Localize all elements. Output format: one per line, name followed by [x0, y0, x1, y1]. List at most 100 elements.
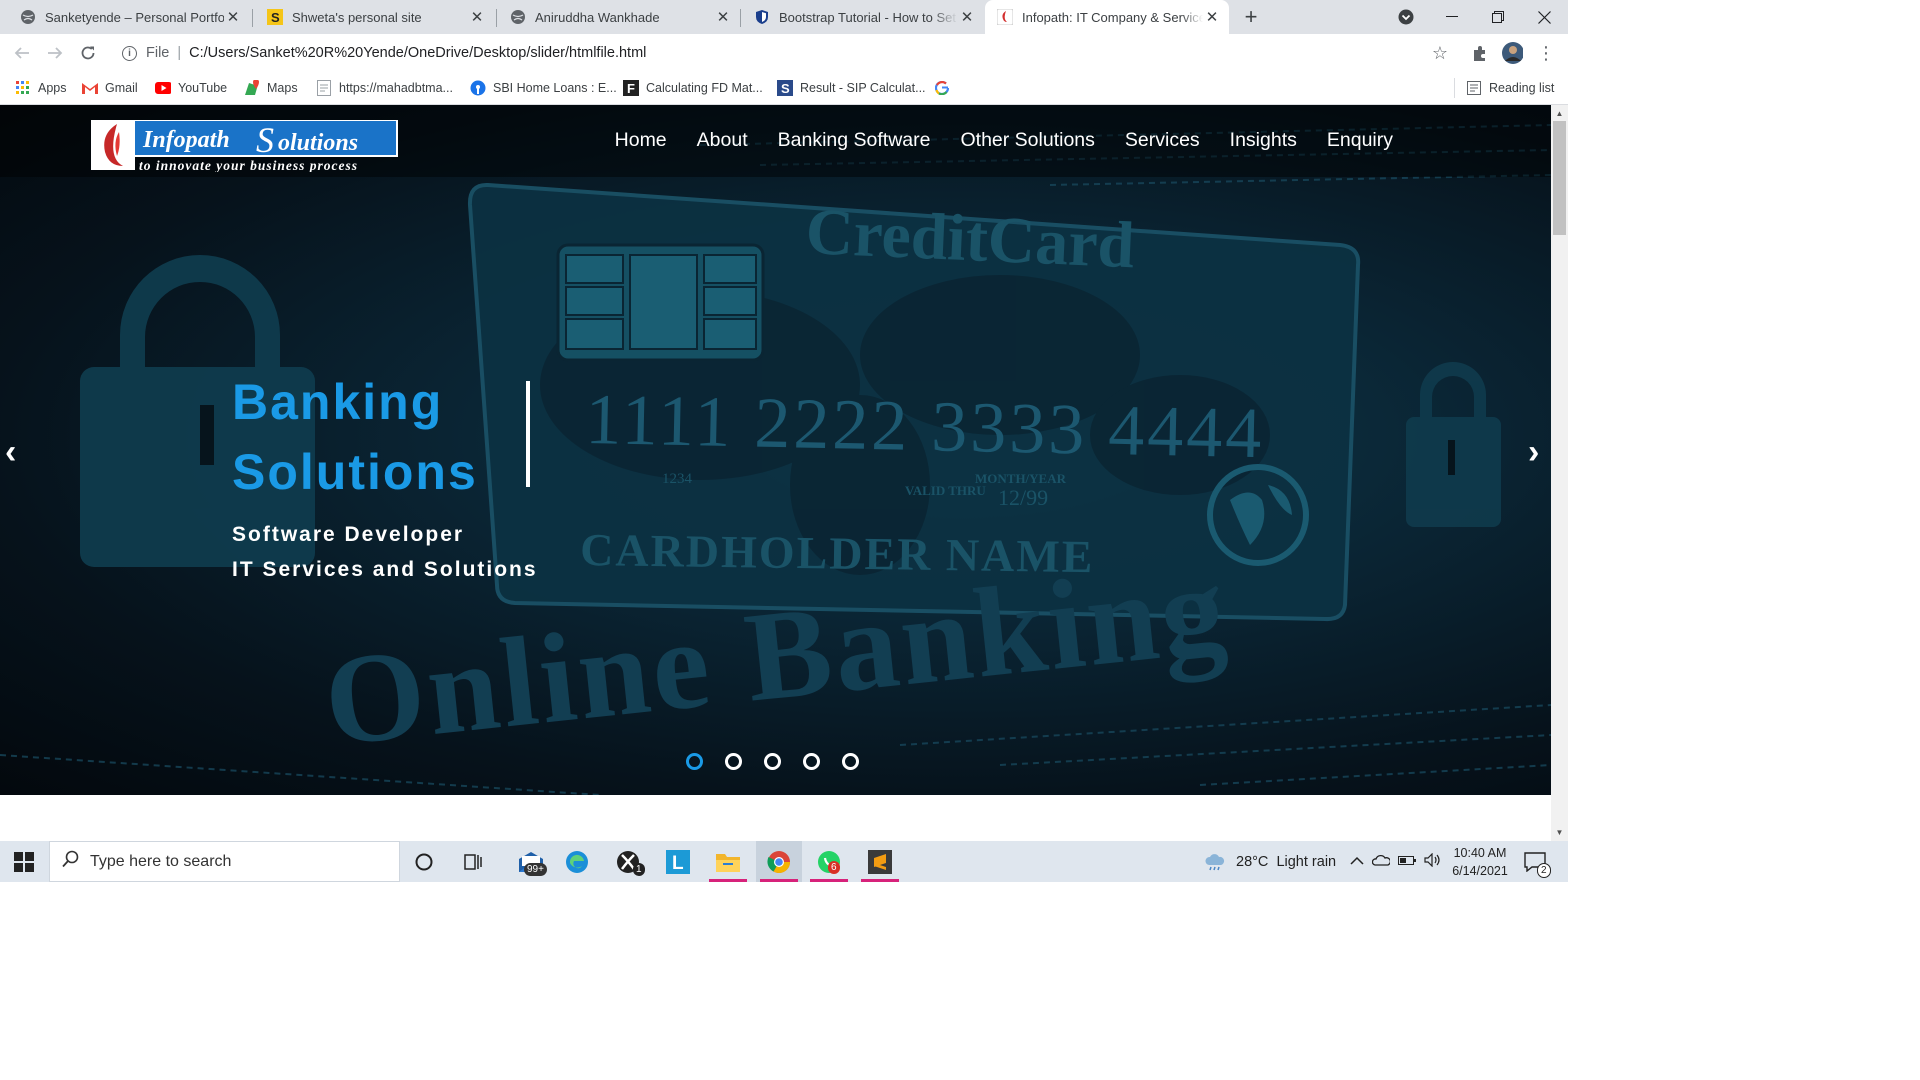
scrollbar-thumb[interactable]	[1553, 121, 1566, 235]
edge-icon	[566, 850, 588, 873]
bookmark-gmail[interactable]: Gmail	[82, 79, 138, 97]
nav-home[interactable]: Home	[615, 129, 667, 152]
taskbar-l-app[interactable]: L	[655, 841, 701, 882]
carousel-indicators	[686, 753, 859, 770]
tab-sanketyende[interactable]: Sanketyende – Personal Portfolio ✕	[0, 0, 250, 34]
hero-heading-line2: Solutions	[232, 444, 478, 500]
nav-about[interactable]: About	[697, 129, 748, 152]
apps-grid-icon	[15, 80, 31, 96]
notification-badge: 2	[1537, 863, 1551, 878]
taskbar-xbox[interactable]: 1	[605, 841, 651, 882]
carousel-next-button[interactable]: ›	[1528, 433, 1539, 472]
close-icon[interactable]: ✕	[1203, 8, 1221, 26]
onedrive-cloud-icon[interactable]	[1371, 854, 1391, 870]
google-icon	[934, 80, 950, 96]
close-icon[interactable]: ✕	[224, 8, 242, 26]
nav-insights[interactable]: Insights	[1230, 129, 1297, 152]
windows-start-icon[interactable]	[14, 852, 34, 872]
tab-bootstrap[interactable]: Bootstrap Tutorial - How to Set U ✕	[734, 0, 984, 34]
tab-search-button[interactable]	[1383, 0, 1429, 34]
back-button[interactable]	[9, 40, 35, 66]
chevron-up-icon[interactable]	[1350, 854, 1364, 870]
taskbar-search-placeholder: Type here to search	[90, 852, 232, 870]
battery-icon[interactable]	[1398, 854, 1416, 870]
taskbar-file-explorer[interactable]	[705, 841, 751, 882]
carousel-indicator-4[interactable]	[803, 753, 820, 770]
restore-button[interactable]	[1475, 0, 1521, 34]
minimize-button[interactable]	[1429, 0, 1475, 34]
chrome-icon	[767, 850, 790, 873]
back-arrow-icon	[14, 47, 29, 59]
url-scheme: File	[146, 45, 170, 61]
forward-arrow-icon	[48, 47, 63, 59]
carousel-indicator-3[interactable]	[764, 753, 781, 770]
tab-infopath[interactable]: Infopath: IT Company & Services ✕	[985, 0, 1229, 34]
nav-services[interactable]: Services	[1125, 129, 1200, 152]
bookmark-apps[interactable]: Apps	[15, 79, 67, 97]
bookmark-mahadbt[interactable]: https://mahadbtma...	[316, 79, 453, 97]
taskbar-search-box[interactable]: Type here to search	[49, 841, 400, 882]
taskbar-whatsapp[interactable]: 6	[806, 841, 852, 882]
menu-kebab-icon[interactable]: ⋮	[1535, 42, 1557, 64]
close-icon[interactable]: ✕	[468, 8, 486, 26]
tab-title: Aniruddha Wankhade	[535, 9, 660, 25]
new-tab-button[interactable]: +	[1238, 4, 1264, 30]
close-window-button[interactable]	[1521, 0, 1567, 34]
close-icon[interactable]: ✕	[714, 8, 732, 26]
bg-card-small: 1234	[662, 471, 693, 487]
scroll-down-arrow-icon[interactable]: ▼	[1555, 828, 1564, 837]
tab-aniruddha[interactable]: Aniruddha Wankhade ✕	[490, 0, 740, 34]
nav-other-solutions[interactable]: Other Solutions	[960, 129, 1094, 152]
carousel-prev-button[interactable]: ‹	[5, 433, 16, 472]
clock-time: 10:40 AM	[1453, 846, 1507, 860]
bookmark-fd[interactable]: F Calculating FD Mat...	[623, 79, 763, 97]
close-icon[interactable]: ✕	[958, 8, 976, 26]
taskbar-clock[interactable]: 10:40 AM 6/14/2021	[1440, 844, 1520, 880]
s-logo-icon: S	[267, 9, 283, 25]
bookmark-maps[interactable]: Maps	[244, 79, 298, 97]
task-view-icon	[464, 853, 482, 870]
carousel-indicator-1[interactable]	[686, 753, 703, 770]
nav-banking-software[interactable]: Banking Software	[778, 129, 931, 152]
bookmark-google[interactable]	[934, 79, 957, 97]
rain-cloud-icon	[1205, 853, 1225, 870]
info-icon[interactable]: i	[122, 45, 137, 61]
carousel-indicator-5[interactable]	[842, 753, 859, 770]
carousel-indicator-2[interactable]	[725, 753, 742, 770]
taskbar-edge[interactable]	[554, 841, 600, 882]
scroll-up-arrow-icon[interactable]: ▲	[1555, 109, 1564, 118]
bg-card-number: 1111 2222 3333 4444	[585, 379, 1266, 473]
main-menu: Home About Banking Software Other Soluti…	[585, 129, 1393, 152]
bookmark-star-icon[interactable]: ☆	[1432, 43, 1448, 64]
whatsapp-badge: 6	[828, 861, 840, 874]
address-bar[interactable]: i File | C:/Users/Sanket%20R%20Yende/One…	[112, 38, 1462, 68]
weather-widget[interactable]: 28°C Light rain	[1204, 841, 1336, 882]
infopath-logo[interactable]: Infopath S olutions to innovate your bus…	[91, 120, 399, 172]
logo-tagline: to innovate your business process	[139, 158, 358, 172]
xbox-badge: 1	[633, 863, 645, 876]
profile-avatar[interactable]	[1501, 42, 1523, 64]
taskbar-sublime[interactable]	[857, 841, 903, 882]
tab-shweta[interactable]: S Shweta's personal site ✕	[247, 0, 494, 34]
globe-icon	[20, 9, 36, 25]
taskbar-mail[interactable]: 99+	[508, 841, 554, 882]
hero-heading: Banking Solutions	[232, 367, 512, 507]
task-view-button[interactable]	[450, 841, 496, 882]
reading-list[interactable]: Reading list	[1466, 79, 1554, 97]
forward-button[interactable]	[42, 40, 68, 66]
mail-badge: 99+	[524, 863, 547, 876]
page-scrollbar[interactable]: ▲ ▼	[1551, 105, 1568, 841]
bookmark-sbi[interactable]: SBI Home Loans : E...	[470, 79, 617, 97]
taskbar-chrome[interactable]	[756, 841, 802, 882]
nav-enquiry[interactable]: Enquiry	[1327, 129, 1393, 152]
logo-name-a: Infopath	[142, 127, 230, 153]
bookmark-sip[interactable]: S Result - SIP Calculat...	[777, 79, 926, 97]
reload-button[interactable]	[75, 40, 101, 66]
bookmark-youtube[interactable]: YouTube	[155, 79, 227, 97]
notification-center-button[interactable]: 2	[1515, 841, 1555, 882]
s-logo-icon: S	[777, 80, 793, 96]
web-page: CreditCard 1111 2222 3333 4444 1234 VALI…	[0, 105, 1551, 841]
bg-expiry: 12/99	[998, 485, 1048, 510]
cortana-button[interactable]	[401, 841, 447, 882]
extensions-icon[interactable]	[1469, 42, 1491, 64]
